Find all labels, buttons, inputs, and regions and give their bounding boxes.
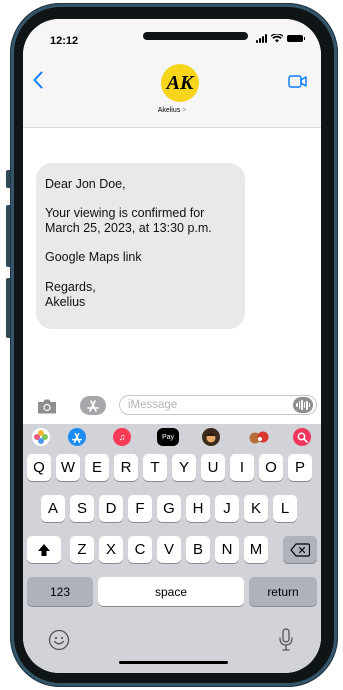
app-drawer: ♫ Pay [23,424,321,448]
audio-message-icon[interactable] [293,397,313,413]
delete-icon [290,542,310,557]
key-b[interactable]: B [186,536,210,563]
key-i[interactable]: I [230,454,254,481]
key-f[interactable]: F [128,495,152,522]
key-t[interactable]: T [143,454,167,481]
camera-icon[interactable] [36,398,58,415]
message-line: March 25, 2023, at 13:30 p.m. [45,221,212,235]
apple-pay-icon[interactable]: Pay [157,428,179,446]
shift-key[interactable] [27,536,61,563]
key-r[interactable]: R [114,454,138,481]
key-u[interactable]: U [201,454,225,481]
signal-icon [256,34,267,43]
battery-icon [287,35,305,42]
wifi-icon [271,34,283,43]
conversation-header: 12:12 AK Akelius > [23,19,321,128]
message-line: Akelius [45,295,86,309]
microphone-icon[interactable] [278,628,294,652]
imessage-input[interactable]: iMessage [119,395,317,415]
music-icon[interactable]: ♫ [113,428,131,446]
key-p[interactable]: P [288,454,312,481]
key-n[interactable]: N [215,536,239,563]
keyboard-bottom-bar [23,624,321,673]
memoji-icon[interactable] [202,428,220,446]
apple-pay-label: Pay [161,433,175,441]
photos-icon[interactable] [32,428,50,446]
dynamic-island [143,32,248,40]
contact-name-label: Akelius [157,107,181,114]
delete-key[interactable] [283,536,317,563]
key-q[interactable]: Q [27,454,51,481]
numbers-key[interactable]: 123 [27,577,93,606]
message-line: Dear Jon Doe, [45,177,126,191]
key-k[interactable]: K [244,495,268,522]
key-j[interactable]: J [215,495,239,522]
status-icons [256,34,305,43]
app-store-icon[interactable] [68,428,86,446]
key-l[interactable]: L [273,495,297,522]
key-m[interactable]: M [244,536,268,563]
key-o[interactable]: O [259,454,283,481]
contact-chevron-icon: > [182,107,187,114]
contact-name[interactable]: Akelius > [23,107,321,114]
message-line: Google Maps link [45,250,142,264]
key-z[interactable]: Z [70,536,94,563]
stickers-icon[interactable] [247,428,271,446]
incoming-message-bubble[interactable]: Dear Jon Doe, Your viewing is confirmed … [36,163,245,329]
search-icon[interactable] [293,428,311,446]
key-x[interactable]: X [99,536,123,563]
message-line: Regards, [45,280,96,294]
video-call-icon[interactable] [288,75,307,88]
key-s[interactable]: S [70,495,94,522]
message-line: Your viewing is confirmed for [45,206,205,220]
contact-avatar[interactable]: AK [161,64,199,102]
key-g[interactable]: G [157,495,181,522]
app-store-icon[interactable] [80,396,106,415]
key-w[interactable]: W [56,454,80,481]
shift-icon [38,543,50,556]
status-time: 12:12 [50,35,79,47]
avatar-initials: AK [166,71,194,94]
key-y[interactable]: Y [172,454,196,481]
home-indicator[interactable] [119,661,228,664]
key-h[interactable]: H [186,495,210,522]
key-v[interactable]: V [157,536,181,563]
back-chevron-icon[interactable] [33,71,43,89]
key-a[interactable]: A [41,495,65,522]
return-key[interactable]: return [249,577,317,606]
phone-screen: 12:12 AK Akelius > Dear Jon Doe, Your vi… [23,19,321,673]
space-key[interactable]: space [98,577,244,606]
key-d[interactable]: D [99,495,123,522]
key-e[interactable]: E [85,454,109,481]
emoji-icon[interactable] [48,629,70,651]
keyboard: ♫ Pay Q W E R T Y U I O P A S D F G H J … [23,424,321,673]
key-c[interactable]: C [128,536,152,563]
